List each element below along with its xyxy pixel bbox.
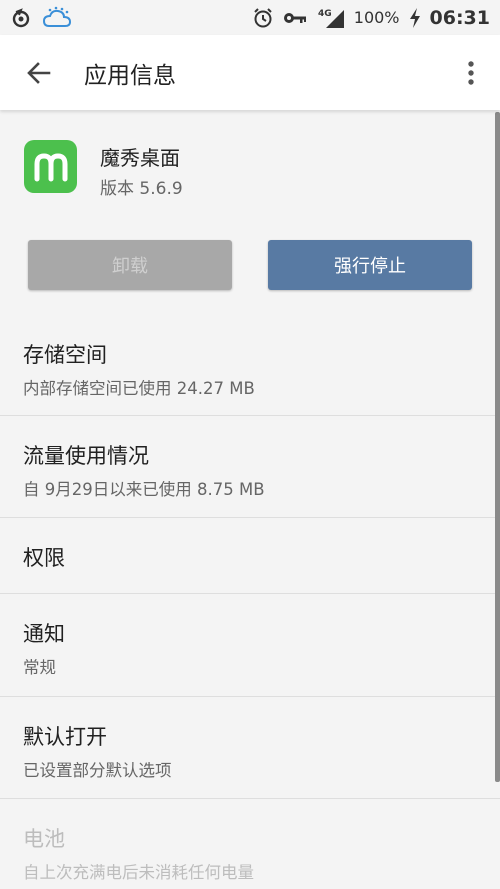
more-options-button[interactable]: [456, 46, 486, 100]
moxiu-logo-icon: [34, 153, 67, 181]
data-usage-subtitle: 自 9月29日以来已使用 8.75 MB: [23, 480, 265, 499]
uninstall-button[interactable]: 卸载: [28, 240, 232, 290]
notifications-subtitle: 常规: [23, 658, 56, 677]
status-bar: 4G 100% 06:31: [0, 0, 500, 35]
content[interactable]: 魔秀桌面 版本 5.6.9 卸载 强行停止 存储空间 内部存储空间已使用 24.…: [0, 110, 500, 889]
data-usage-title: 流量使用情况: [23, 444, 149, 468]
notifications-title: 通知: [23, 622, 65, 646]
open-by-default-subtitle: 已设置部分默认选项: [23, 761, 172, 780]
app-header: 魔秀桌面 版本 5.6.9: [0, 110, 500, 228]
more-vert-icon: [468, 60, 474, 85]
battery-title: 电池: [23, 827, 65, 851]
arrow-back-icon: [27, 61, 51, 84]
app-name: 魔秀桌面: [100, 146, 180, 170]
weather-cloud-icon: [42, 6, 72, 30]
app-bar: 应用信息: [0, 35, 500, 110]
list-item-battery: 电池 自上次充满电后未消耗任何电量: [0, 799, 500, 889]
scrollbar[interactable]: [495, 112, 500, 782]
settings-list: 存储空间 内部存储空间已使用 24.27 MB 流量使用情况 自 9月29日以来…: [0, 315, 500, 889]
alarm-icon: [252, 7, 274, 29]
permissions-title: 权限: [23, 546, 65, 570]
storage-subtitle: 内部存储空间已使用 24.27 MB: [23, 379, 255, 398]
back-button[interactable]: [12, 46, 66, 100]
battery-subtitle: 自上次充满电后未消耗任何电量: [23, 863, 254, 882]
list-item-data-usage[interactable]: 流量使用情况 自 9月29日以来已使用 8.75 MB: [0, 416, 500, 518]
list-item-storage[interactable]: 存储空间 内部存储空间已使用 24.27 MB: [0, 315, 500, 416]
list-item-open-by-default[interactable]: 默认打开 已设置部分默认选项: [0, 697, 500, 799]
list-item-permissions[interactable]: 权限: [0, 518, 500, 594]
sync-icon: [10, 7, 32, 29]
key-icon: [282, 10, 308, 26]
storage-title: 存储空间: [23, 343, 107, 367]
charging-icon: [408, 7, 422, 29]
app-icon: [24, 140, 77, 193]
force-stop-button[interactable]: 强行停止: [268, 240, 472, 290]
app-version: 版本 5.6.9: [100, 179, 183, 199]
open-by-default-title: 默认打开: [23, 725, 107, 749]
battery-percent: 100%: [353, 8, 400, 27]
status-time: 06:31: [429, 6, 490, 29]
signal-icon: 4G: [316, 7, 346, 29]
list-item-notifications[interactable]: 通知 常规: [0, 594, 500, 697]
page-title: 应用信息: [84, 62, 176, 89]
network-type-label: 4G: [318, 9, 332, 19]
